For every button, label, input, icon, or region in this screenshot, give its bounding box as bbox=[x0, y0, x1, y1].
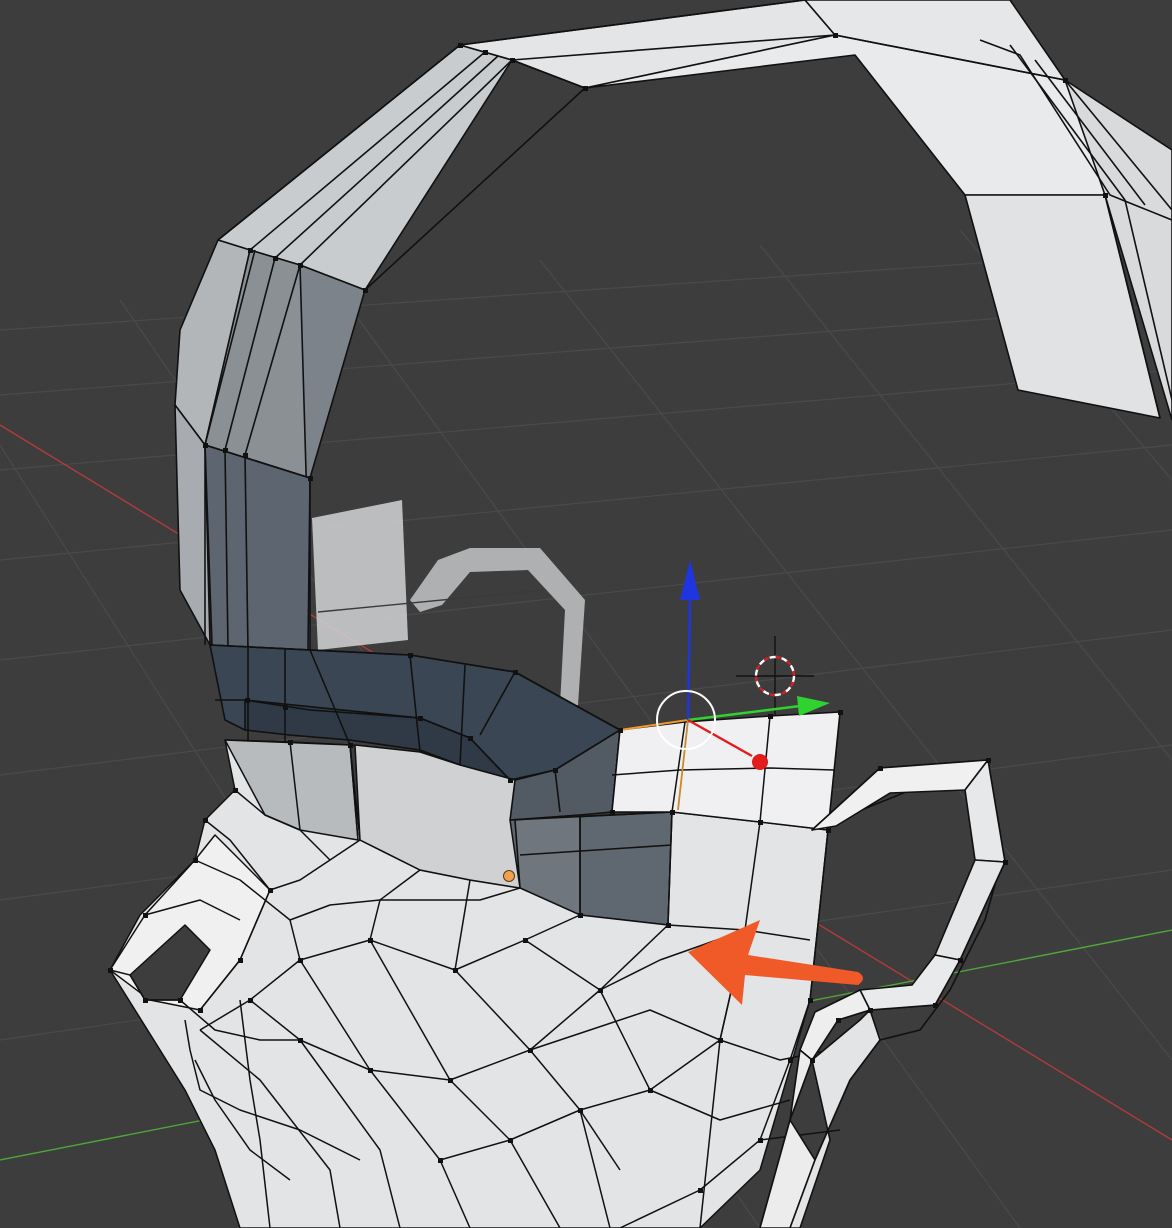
gizmo-x-handle[interactable] bbox=[752, 754, 768, 770]
gizmo-z-axis[interactable] bbox=[686, 597, 692, 721]
object-origin-icon[interactable] bbox=[503, 870, 515, 882]
viewport-canvas[interactable] bbox=[0, 0, 1172, 1228]
selected-face-region bbox=[611, 711, 841, 831]
3d-viewport[interactable] bbox=[0, 0, 1172, 1228]
gizmo-z-arrowhead[interactable] bbox=[680, 560, 700, 600]
